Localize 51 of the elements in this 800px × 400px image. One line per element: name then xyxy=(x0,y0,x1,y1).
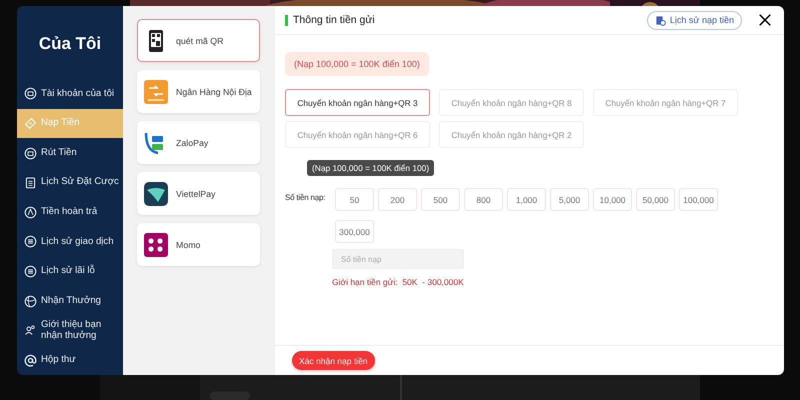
amount-option[interactable]: 100,000 xyxy=(679,188,718,211)
sidebar-item[interactable]: Tiền hoàn trả xyxy=(17,197,123,228)
history-button[interactable]: Lịch sử nạp tiền xyxy=(646,10,742,30)
tooltip: (Nạp 100,000 = 100K điển 100) xyxy=(307,160,434,176)
channel-option[interactable]: Chuyển khoản ngân hàng+QR 2 xyxy=(439,121,584,148)
amount-option[interactable]: 300,000 xyxy=(335,220,374,243)
panel-title: Thông tin tiền gửi xyxy=(293,14,375,26)
sidebar-item[interactable]: Lịch sử lãi lỗ xyxy=(17,256,123,286)
list-icon xyxy=(24,235,37,248)
sidebar-item[interactable]: Lịch Sử Đặt Cược xyxy=(17,168,123,198)
amount-label: Số tiền nạp: xyxy=(285,192,326,204)
amount-option[interactable]: 5,000 xyxy=(550,188,589,211)
list-icon xyxy=(24,264,37,278)
amount-option[interactable]: 50 xyxy=(335,188,374,211)
confirm-button[interactable]: Xác nhận nạp tiền xyxy=(292,351,375,370)
channel-option[interactable]: Chuyển khoản ngân hàng+QR 6 xyxy=(285,121,430,148)
sidebar-item[interactable]: Giới thiệu bạn nhận thưởng xyxy=(17,316,123,346)
amount-option[interactable]: 200 xyxy=(378,188,417,211)
rate-note: (Nạp 100,000 = 100K điển 100) xyxy=(285,52,429,76)
sidebar-item[interactable]: Nhận Thưởng xyxy=(17,286,123,316)
channel-option[interactable]: Chuyển khoản ngân hàng+QR 8 xyxy=(439,89,584,116)
amount-option[interactable]: 800 xyxy=(464,188,503,211)
payment-method-card[interactable]: Ngân Hàng Nội Địa xyxy=(137,70,260,113)
deposit-limit-text: Giới hạn tiền gửi: 50K - 300,000K xyxy=(332,277,465,287)
title-accent-bar xyxy=(285,14,288,26)
globe-icon xyxy=(24,294,37,308)
clipboard-icon xyxy=(24,176,37,190)
sidebar-item[interactable]: Tài khoản của tôi xyxy=(17,79,123,109)
amount-option[interactable]: 1,000 xyxy=(507,188,546,211)
sidebar-title: Của Tôi xyxy=(38,34,102,55)
amount-option[interactable]: 10,000 xyxy=(593,188,632,211)
bank-transfer-icon xyxy=(144,80,168,104)
close-icon xyxy=(758,13,772,27)
payment-method-card[interactable]: ViettelPay xyxy=(137,172,260,215)
channel-option[interactable]: Chuyển khoản ngân hàng+QR 3 xyxy=(285,89,430,116)
amount-input[interactable]: Số tiền nạp xyxy=(332,249,464,269)
sidebar-item[interactable]: Hộp thư xyxy=(17,345,123,375)
channel-option[interactable]: Chuyển khoản ngân hàng+QR 7 xyxy=(593,89,738,116)
sidebar-item[interactable]: Rút Tiền xyxy=(17,138,123,168)
payment-method-card[interactable]: ZaloPay xyxy=(137,121,260,164)
people-icon xyxy=(24,324,37,338)
sidebar-item[interactable]: Lịch sử giao dịch xyxy=(17,227,123,257)
at-icon xyxy=(24,354,37,367)
amount-option[interactable]: 500 xyxy=(421,188,460,211)
wallet-icon xyxy=(24,87,37,100)
clipboard-clock-icon xyxy=(654,14,666,26)
payment-method-card[interactable]: quét mã QR xyxy=(137,19,260,62)
wallet-icon xyxy=(24,146,37,160)
amount-option[interactable]: 50,000 xyxy=(636,188,675,211)
payment-method-card[interactable]: Momo xyxy=(137,223,260,266)
ticket-icon xyxy=(24,116,37,130)
